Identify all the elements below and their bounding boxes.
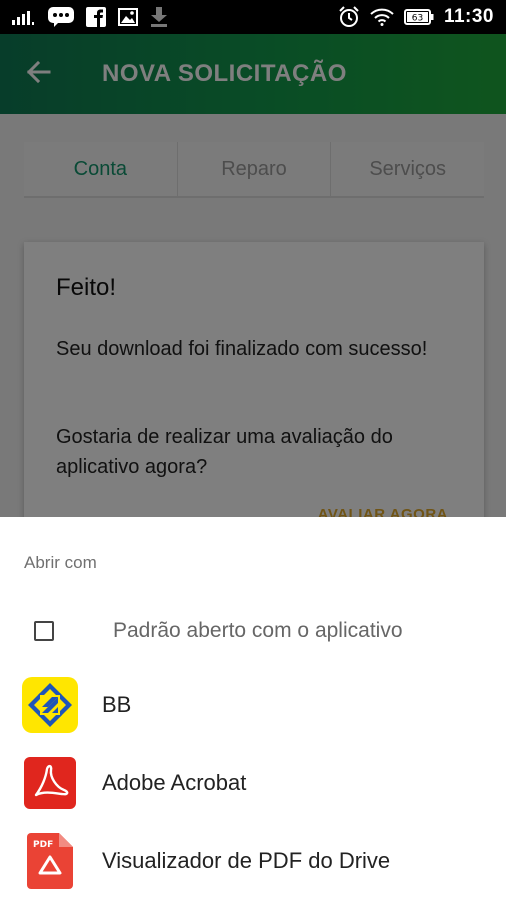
open-with-sheet: Abrir com Padrão aberto com o aplicativo…	[0, 517, 506, 900]
app-option-drive-pdf-viewer[interactable]: PDF Visualizador de PDF do Drive	[0, 826, 506, 896]
app-name: Visualizador de PDF do Drive	[102, 848, 391, 873]
drive-pdf-viewer-icon: PDF	[22, 833, 78, 889]
sheet-title: Abrir com	[24, 553, 97, 572]
app-name: Adobe Acrobat	[102, 770, 247, 795]
battery-level: 63	[412, 14, 423, 24]
download-icon	[150, 7, 168, 27]
app-name: BB	[102, 692, 132, 717]
facebook-icon	[86, 7, 106, 27]
gallery-icon	[118, 8, 138, 26]
signal-icon	[12, 9, 36, 25]
messenger-icon	[48, 7, 74, 27]
default-option-label: Padrão aberto com o aplicativo	[113, 619, 403, 642]
default-app-option[interactable]: Padrão aberto com o aplicativo	[0, 605, 506, 657]
wifi-icon	[370, 8, 394, 26]
status-bar: 63 11:30	[0, 0, 506, 34]
default-checkbox[interactable]	[34, 621, 54, 641]
battery-icon: 63	[403, 9, 434, 25]
banco-do-brasil-icon	[22, 677, 78, 733]
app-option-adobe-acrobat[interactable]: Adobe Acrobat	[0, 748, 506, 818]
pdf-badge: PDF	[33, 840, 53, 850]
clock: 11:30	[443, 6, 494, 27]
alarm-icon	[338, 6, 360, 28]
adobe-acrobat-icon	[22, 755, 78, 811]
app-option-bb[interactable]: BB	[0, 670, 506, 740]
